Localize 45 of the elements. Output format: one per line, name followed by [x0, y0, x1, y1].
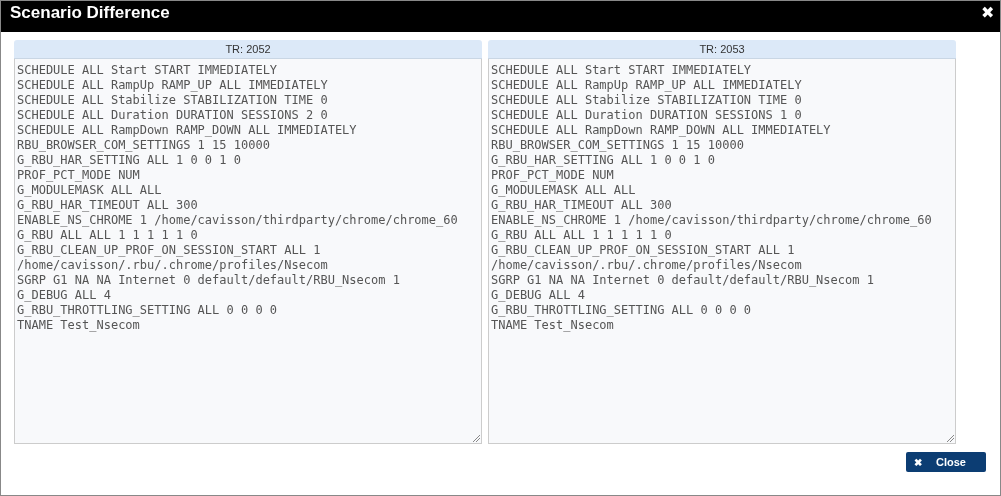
code-line: SCHEDULE ALL Stabilize STABILIZATION TIME 0 [17, 93, 328, 108]
text-area[interactable] [488, 59, 956, 444]
code-line: SGRP G1 NA NA Internet 0 default/default/RBU_Nsecom 1 [491, 273, 874, 288]
code-line: RBU_BROWSER_COM_SETTINGS 1 15 10000 [491, 138, 744, 153]
code-line: G_DEBUG ALL 4 [17, 288, 111, 303]
code-line: SGRP G1 NA NA Internet 0 default/default/RBU_Nsecom 1 [17, 273, 400, 288]
code-line: SCHEDULE ALL Duration DURATION SESSIONS 2 0 [17, 108, 328, 123]
code-line: SCHEDULE ALL RampDown RAMP_DOWN ALL IMMEDIATELY [17, 123, 357, 138]
code-line: G_RBU_HAR_SETTING ALL 1 0 0 1 0 [17, 153, 241, 168]
close-button[interactable]: ✖ Close [906, 452, 986, 472]
code-line: SCHEDULE ALL RampDown RAMP_DOWN ALL IMMEDIATELY [491, 123, 831, 138]
code-line: PROF_PCT_MODE NUM [17, 168, 140, 183]
code-line: TNAME Test_Nsecom [17, 318, 140, 333]
code-line: G_RBU_CLEAN_UP_PROF_ON_SESSION_START ALL 1 [17, 243, 321, 258]
code-line: SCHEDULE ALL Stabilize STABILIZATION TIME 0 [491, 93, 802, 108]
code-line: G_RBU_HAR_SETTING ALL 1 0 0 1 0 [491, 153, 715, 168]
code-line: ENABLE_NS_CHROME 1 /home/cavisson/thirdparty/chrome/chrome_60 [17, 213, 458, 228]
code-line: G_DEBUG ALL 4 [491, 288, 585, 303]
code-line: G_MODULEMASK ALL ALL [491, 183, 636, 198]
resize-grip-icon[interactable] [947, 435, 954, 442]
code-line: ENABLE_NS_CHROME 1 /home/cavisson/thirdparty/chrome/chrome_60 [491, 213, 932, 228]
code-line: TNAME Test_Nsecom [491, 318, 614, 333]
code-line: SCHEDULE ALL RampUp RAMP_UP ALL IMMEDIATELY [491, 78, 802, 93]
code-line: G_RBU ALL ALL 1 1 1 1 1 0 [17, 228, 198, 243]
panel-header: TR: 2053 [488, 40, 956, 59]
window-title: Scenario Difference [10, 2, 170, 24]
panel-header: TR: 2052 [14, 40, 482, 59]
code-line: RBU_BROWSER_COM_SETTINGS 1 15 10000 [17, 138, 270, 153]
code-line: /home/cavisson/.rbu/.chrome/profiles/Nsecom [491, 258, 802, 273]
code-line: G_RBU_THROTTLING_SETTING ALL 0 0 0 0 [491, 303, 752, 318]
code-line: G_RBU_HAR_TIMEOUT ALL 300 [491, 198, 672, 213]
code-line: G_RBU ALL ALL 1 1 1 1 1 0 [491, 228, 672, 243]
code-line: SCHEDULE ALL Start START IMMEDIATELY [491, 63, 752, 78]
code-line: SCHEDULE ALL RampUp RAMP_UP ALL IMMEDIATELY [17, 78, 328, 93]
code-line: G_RBU_CLEAN_UP_PROF_ON_SESSION_START ALL 1 [491, 243, 795, 258]
close-icon[interactable]: ✖ [981, 1, 994, 25]
resize-grip-icon[interactable] [473, 435, 480, 442]
code-line: G_MODULEMASK ALL ALL [17, 183, 162, 198]
code-line: PROF_PCT_MODE NUM [491, 168, 614, 183]
code-line: G_RBU_THROTTLING_SETTING ALL 0 0 0 0 [17, 303, 278, 318]
code-line: SCHEDULE ALL Duration DURATION SESSIONS 1 0 [491, 108, 802, 123]
code-line: SCHEDULE ALL Start START IMMEDIATELY [17, 63, 278, 78]
text-area[interactable] [14, 59, 482, 444]
code-line: G_RBU_HAR_TIMEOUT ALL 300 [17, 198, 198, 213]
code-line: /home/cavisson/.rbu/.chrome/profiles/Nsecom [17, 258, 328, 273]
